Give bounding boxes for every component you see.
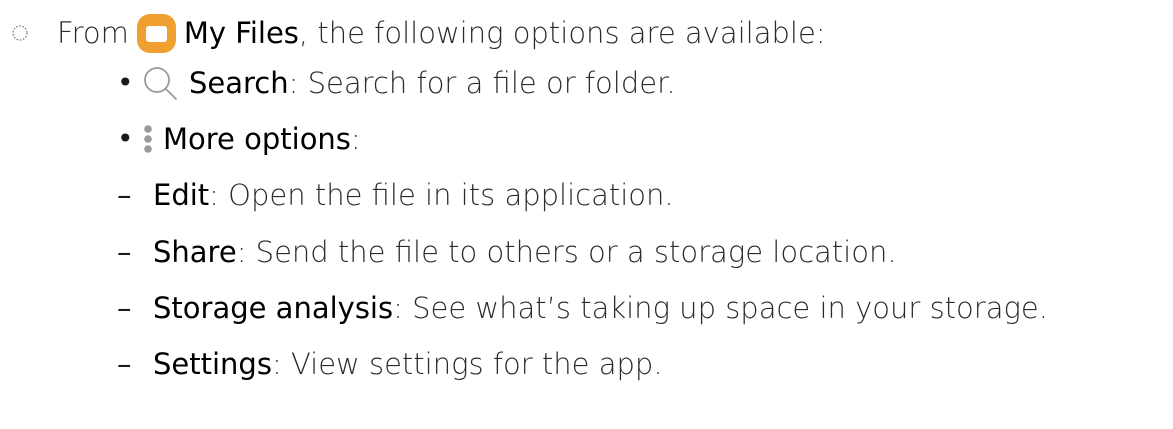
sub-option-desc: : View settings for the app. (271, 346, 663, 381)
option-term: Search (189, 65, 289, 100)
sub-option-term: Edit (153, 177, 210, 212)
bullet-marker: • (117, 122, 134, 155)
sub-option-desc: : Open the file in its application. (209, 177, 674, 212)
intro-text-before: From (57, 15, 129, 50)
dash-marker: – (117, 290, 132, 325)
dash-marker: – (117, 177, 132, 212)
option-search: • Search : Search for a file or folder. (117, 63, 676, 103)
dash-marker: – (117, 234, 132, 269)
search-icon (141, 64, 179, 102)
intro-text-after: , the following options are available: (298, 15, 826, 50)
option-term: More options (163, 121, 351, 156)
sub-option-term: Storage analysis (153, 290, 394, 325)
more-options-icon (141, 119, 155, 159)
sub-option-edit: – Edit : Open the file in its applicatio… (117, 175, 674, 215)
my-files-label: My Files (183, 15, 299, 50)
option-desc: : (350, 121, 361, 156)
step-circle-icon (0, 13, 40, 53)
option-more-options: • More options : (117, 119, 361, 159)
my-files-app-icon (136, 13, 176, 53)
sub-option-term: Share (153, 234, 237, 269)
sub-option-share: – Share : Send the file to others or a s… (117, 232, 897, 272)
dash-marker: – (117, 346, 132, 381)
sub-option-term: Settings (153, 346, 272, 381)
sub-option-desc: : See what’s taking up space in your sto… (393, 290, 1048, 325)
sub-option-storage-analysis: – Storage analysis : See what’s taking u… (117, 288, 1048, 328)
option-desc: : Search for a file or folder. (288, 65, 676, 100)
sub-option-settings: – Settings : View settings for the app. (117, 344, 663, 384)
bullet-marker: • (117, 66, 134, 99)
intro-line: From My Files , the following options ar… (0, 13, 826, 53)
sub-option-desc: : Send the file to others or a storage l… (236, 234, 897, 269)
